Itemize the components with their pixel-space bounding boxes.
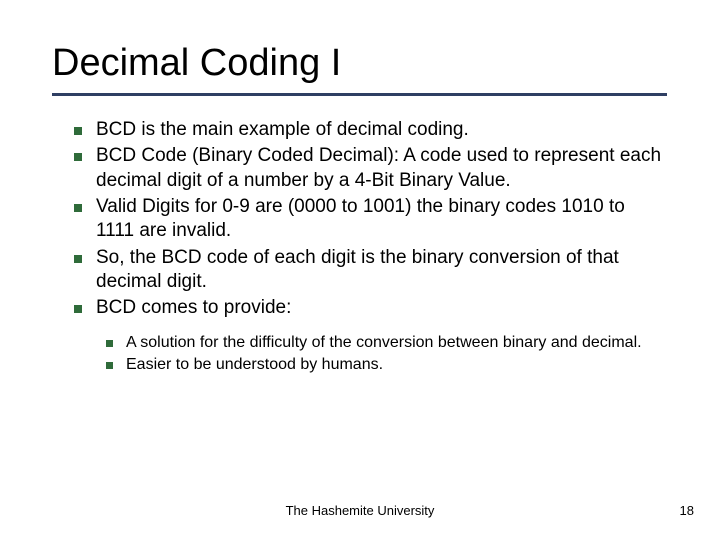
sub-bullet-item: A solution for the difficulty of the con… xyxy=(106,333,668,353)
slide: Decimal Coding I BCD is the main example… xyxy=(0,0,720,540)
page-number: 18 xyxy=(680,503,694,518)
bullet-item: BCD comes to provide: xyxy=(74,296,668,320)
title-block: Decimal Coding I xyxy=(52,42,668,96)
footer-center: The Hashemite University xyxy=(0,503,720,518)
bullet-item: So, the BCD code of each digit is the bi… xyxy=(74,246,668,295)
sub-bullet-list: A solution for the difficulty of the con… xyxy=(52,333,668,376)
title-rule xyxy=(52,93,667,96)
bullet-item: BCD Code (Binary Coded Decimal): A code … xyxy=(74,144,668,193)
slide-title: Decimal Coding I xyxy=(52,42,668,85)
bullet-item: BCD is the main example of decimal codin… xyxy=(74,118,668,142)
sub-bullet-item: Easier to be understood by humans. xyxy=(106,355,668,375)
bullet-item: Valid Digits for 0-9 are (0000 to 1001) … xyxy=(74,195,668,244)
bullet-list: BCD is the main example of decimal codin… xyxy=(52,118,668,321)
